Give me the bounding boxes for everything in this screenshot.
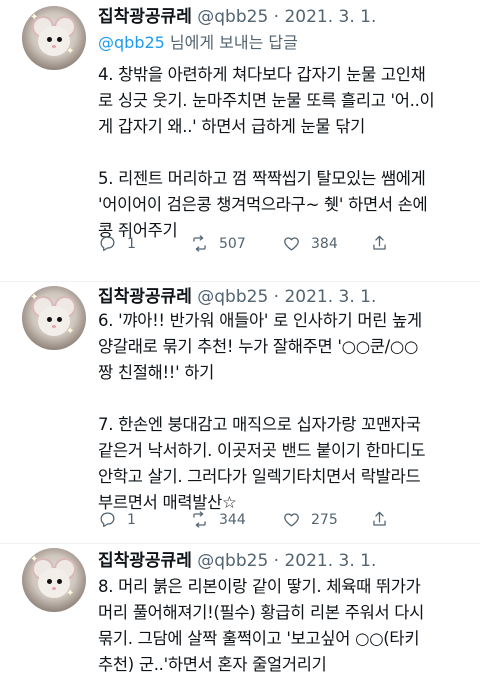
like-count: 384 xyxy=(311,235,338,252)
tweet-paragraph: 4. 창밖을 아련하게 쳐다보다 갑자기 눈물 고인채 로 싱긋 웃기. 눈마주… xyxy=(98,62,468,140)
like-button[interactable]: 384 xyxy=(282,234,338,253)
like-icon xyxy=(284,513,299,527)
tweet-text: 6. '꺄아!! 반가워 애들아' 로 인사하기 머린 높게 양갈래로 묶기 추… xyxy=(98,308,468,516)
tweet-paragraph: 7. 한손엔 붕대감고 매직으로 십자가랑 꼬맨자국 같은거 낙서하기. 이곳저… xyxy=(98,412,468,516)
reply-icon xyxy=(100,236,115,252)
text-line: 추천) 군..'하면서 혼자 줄얼거리기 xyxy=(98,655,327,674)
retweet-icon xyxy=(193,235,206,252)
tweet-text: 4. 창밖을 아련하게 쳐다보다 갑자기 눈물 고인채 로 싱긋 웃기. 눈마주… xyxy=(98,62,468,244)
reply-count: 1 xyxy=(127,235,136,252)
tweet-date[interactable]: 2021. 3. 1. xyxy=(284,7,376,27)
reply-button[interactable]: 1 xyxy=(98,234,136,253)
separator: · xyxy=(268,7,285,27)
sparkle-icon: ✦ xyxy=(66,588,75,599)
tweet-paragraph: 5. 리젠트 머리하고 껌 짝짝씹기 탈모있는 쌤에게 '어이어이 검은콩 챙겨… xyxy=(98,166,468,244)
tweet-header: 집착광공큐레 @qbb25 · 2021. 3. 1. xyxy=(98,286,376,308)
avatar-eye xyxy=(47,37,52,42)
display-name[interactable]: 집착광공큐레 xyxy=(98,551,192,571)
tweet-header: 집착광공큐레 @qbb25 · 2021. 3. 1. xyxy=(98,550,376,572)
sparkle-icon: ✦ xyxy=(30,554,39,565)
avatar[interactable]: ✦ ✦ xyxy=(22,286,86,350)
tweet-date[interactable]: 2021. 3. 1. xyxy=(284,287,376,307)
tweet-actions: 1 507 384 xyxy=(98,234,438,258)
reply-handle-link[interactable]: @qbb25 xyxy=(98,33,165,52)
sparkle-icon: ✦ xyxy=(66,46,75,57)
avatar-nose xyxy=(52,45,56,48)
avatar-eye xyxy=(57,317,62,322)
share-icon xyxy=(373,511,386,526)
text-line: 같은거 낙서하기. 이곳저곳 밴드 붙이기 한마디도 xyxy=(98,441,426,460)
avatar[interactable]: ✦ ✦ xyxy=(22,6,86,70)
separator: · xyxy=(268,551,285,571)
text-line: 안학고 살기. 그러다가 일렉기타치면서 락발라드 xyxy=(98,467,421,486)
like-icon xyxy=(284,237,299,251)
tweet-paragraph: 6. '꺄아!! 반가워 애들아' 로 인사하기 머린 높게 양갈래로 묶기 추… xyxy=(98,308,468,386)
display-name[interactable]: 집착광공큐레 xyxy=(98,7,192,27)
reply-button[interactable]: 1 xyxy=(98,510,136,529)
like-count: 275 xyxy=(311,511,338,528)
text-line: 로 싱긋 웃기. 눈마주치면 눈물 또륵 흘리고 '어..이 xyxy=(98,91,435,110)
tweet-paragraph: 8. 머리 붉은 리본이랑 같이 땋기. 체육때 뛰가가 머리 풀어해져기!(필… xyxy=(98,574,468,678)
avatar-eye xyxy=(57,579,62,584)
tweet-actions: 1 344 275 xyxy=(98,510,438,534)
text-line: 4. 창밖을 아련하게 쳐다보다 갑자기 눈물 고인채 xyxy=(98,65,426,84)
avatar-nose xyxy=(52,587,56,590)
tweet-1[interactable]: ✦ ✦ 집착광공큐레 @qbb25 · 2021. 3. 1. @qbb25 님… xyxy=(0,0,480,282)
text-line: 묶기. 그담에 살짝 훌쩍이고 '보고싶어 ○○(타키 xyxy=(98,629,420,648)
text-line: 짱 친절해!!' 하기 xyxy=(98,363,215,382)
reply-icon xyxy=(100,512,115,528)
text-line: 머리 풀어해져기!(필수) 황급히 리본 주워서 다시 xyxy=(98,603,425,622)
text-line: 5. 리젠트 머리하고 껌 짝짝씹기 탈모있는 쌤에게 xyxy=(98,169,426,188)
text-line: 8. 머리 붉은 리본이랑 같이 땋기. 체육때 뛰가가 xyxy=(98,577,421,596)
retweet-button[interactable]: 344 xyxy=(190,510,246,529)
text-line: 양갈래로 묶기 추천! 누가 잘해주면 '○○쿤/○○ xyxy=(98,337,419,356)
reply-suffix: 님에게 보내는 답글 xyxy=(164,33,298,52)
sparkle-icon: ✦ xyxy=(30,12,39,23)
like-button[interactable]: 275 xyxy=(282,510,338,529)
avatar-eye xyxy=(57,37,62,42)
tweet-2[interactable]: ✦ ✦ 집착광공큐레 @qbb25 · 2021. 3. 1. 6. '꺄아!!… xyxy=(0,282,480,544)
share-button[interactable] xyxy=(370,510,389,529)
text-line: '어이어이 검은콩 챙겨먹으라구~ 췟' 하면서 손에 xyxy=(98,195,428,214)
retweet-count: 344 xyxy=(219,511,246,528)
avatar-eye xyxy=(47,579,52,584)
sparkle-icon: ✦ xyxy=(30,292,39,303)
reply-count: 1 xyxy=(127,511,136,528)
text-line: 6. '꺄아!! 반가워 애들아' 로 인사하기 머린 높게 xyxy=(98,311,422,330)
user-handle[interactable]: @qbb25 xyxy=(197,551,268,571)
tweet-text: 8. 머리 붉은 리본이랑 같이 땋기. 체육때 뛰가가 머리 풀어해져기!(필… xyxy=(98,574,468,678)
avatar-nose xyxy=(52,325,56,328)
separator: · xyxy=(268,287,285,307)
avatar-eye xyxy=(47,317,52,322)
text-line: 7. 한손엔 붕대감고 매직으로 십자가랑 꼬맨자국 xyxy=(98,415,421,434)
reply-context: @qbb25 님에게 보내는 답글 xyxy=(98,32,298,54)
tweet-3[interactable]: ✦ ✦ 집착광공큐레 @qbb25 · 2021. 3. 1. 8. 머리 붉은… xyxy=(0,544,480,686)
tweet-header: 집착광공큐레 @qbb25 · 2021. 3. 1. xyxy=(98,6,376,28)
avatar[interactable]: ✦ ✦ xyxy=(22,548,86,612)
user-handle[interactable]: @qbb25 xyxy=(197,287,268,307)
retweet-button[interactable]: 507 xyxy=(190,234,246,253)
retweet-icon xyxy=(193,511,206,528)
share-button[interactable] xyxy=(370,234,389,253)
sparkle-icon: ✦ xyxy=(66,326,75,337)
tweet-date[interactable]: 2021. 3. 1. xyxy=(284,551,376,571)
display-name[interactable]: 집착광공큐레 xyxy=(98,287,192,307)
retweet-count: 507 xyxy=(219,235,246,252)
user-handle[interactable]: @qbb25 xyxy=(197,7,268,27)
text-line: 게 갑자기 왜..' 하면서 급하게 눈물 닦기 xyxy=(98,117,365,136)
share-icon xyxy=(373,235,386,250)
